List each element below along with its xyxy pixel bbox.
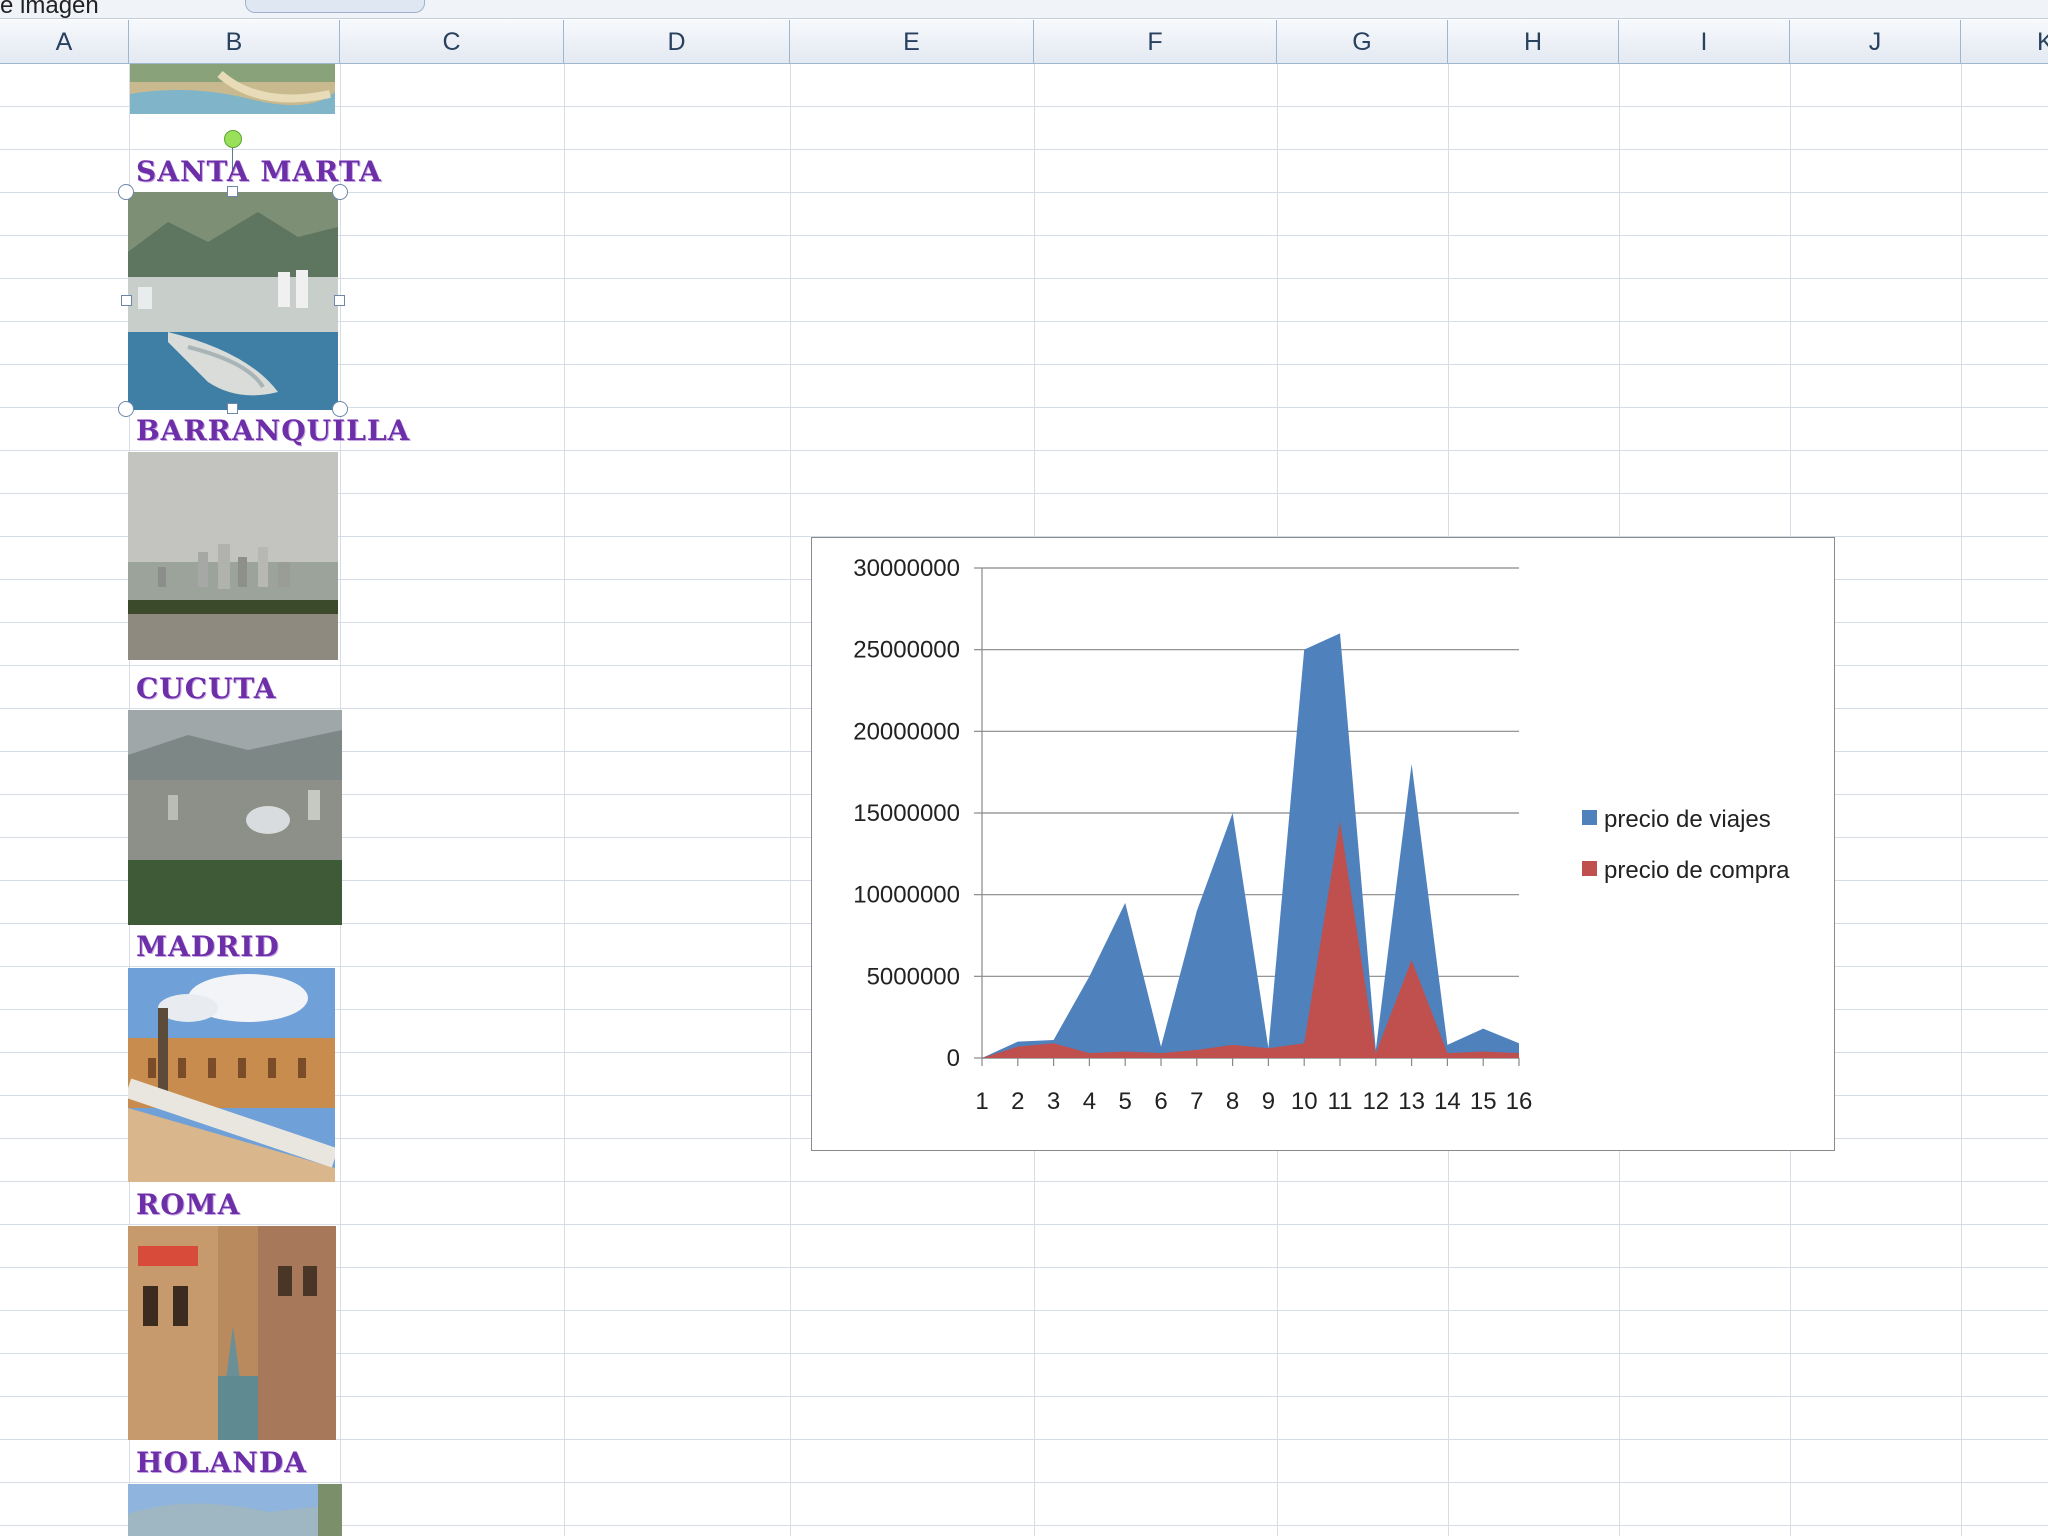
series-area-1[interactable] [982, 633, 1519, 1058]
rotation-handle[interactable] [224, 130, 242, 148]
column-header-j[interactable]: J [1790, 20, 1961, 63]
column-header-e[interactable]: E [790, 20, 1034, 63]
city-label-madrid[interactable]: MADRID [136, 930, 280, 963]
photo-holanda[interactable] [128, 1484, 342, 1536]
xtick-label-12: 13 [1398, 1088, 1425, 1115]
photo-barranquilla[interactable] [128, 452, 338, 660]
resize-handle-top[interactable] [227, 186, 238, 197]
city-label-cucuta[interactable]: CUCUTA [136, 672, 276, 705]
resize-handle-bottom[interactable] [227, 403, 238, 414]
column-header-g[interactable]: G [1277, 20, 1448, 63]
ytick-label-1: 5000000 [867, 963, 960, 990]
resize-handle-right[interactable] [334, 295, 345, 306]
column-header-a[interactable]: A [0, 20, 129, 63]
xtick-label-14: 15 [1470, 1088, 1497, 1115]
column-header-row: A B C D E F G H I J K [0, 20, 2048, 64]
city-label-barranquilla[interactable]: BARRANQUILLA [136, 414, 410, 447]
name-box-text[interactable]: e imagen [0, 0, 99, 20]
ytick-label-3: 15000000 [853, 800, 960, 827]
xtick-label-5: 6 [1154, 1088, 1167, 1115]
xtick-label-1: 2 [1011, 1088, 1024, 1115]
ytick-label-5: 25000000 [853, 637, 960, 664]
legend-swatch-1 [1582, 810, 1597, 825]
ytick-label-0: 0 [947, 1045, 960, 1072]
column-header-c[interactable]: C [340, 20, 564, 63]
photo-beach-partial[interactable] [130, 64, 335, 114]
xtick-label-6: 7 [1190, 1088, 1203, 1115]
xtick-label-10: 11 [1328, 1088, 1353, 1115]
xtick-label-8: 9 [1262, 1088, 1275, 1115]
resize-handle-bottom-left[interactable] [118, 401, 134, 417]
ytick-label-4: 20000000 [853, 718, 960, 745]
city-label-holanda[interactable]: HOLANDA [136, 1446, 307, 1479]
xtick-label-15: 16 [1506, 1088, 1533, 1115]
xtick-label-0: 1 [975, 1088, 988, 1115]
xtick-label-9: 10 [1291, 1088, 1318, 1115]
column-header-d[interactable]: D [564, 20, 790, 63]
xtick-label-11: 12 [1362, 1088, 1389, 1115]
photo-madrid[interactable] [128, 968, 335, 1182]
city-label-santa-marta[interactable]: SANTA MARTA [136, 155, 382, 188]
resize-handle-top-left[interactable] [118, 184, 134, 200]
area-chart[interactable]: 0 5000000 10000000 15000000 20000000 25000000… [811, 537, 1835, 1151]
legend-swatch-2 [1582, 861, 1597, 876]
photo-cucuta[interactable] [128, 710, 342, 925]
xtick-label-7: 8 [1226, 1088, 1239, 1115]
formula-bar-strip: e imagen [0, 0, 2048, 19]
resize-handle-left[interactable] [121, 295, 132, 306]
column-header-i[interactable]: I [1619, 20, 1790, 63]
resize-handle-bottom-right[interactable] [332, 401, 348, 417]
xtick-label-3: 4 [1083, 1088, 1096, 1115]
column-header-h[interactable]: H [1448, 20, 1619, 63]
legend-label-1: precio de viajes [1604, 806, 1771, 833]
photo-roma[interactable] [128, 1226, 336, 1440]
chart-canvas: 0 5000000 10000000 15000000 20000000 25000000… [853, 555, 1790, 1115]
column-header-k[interactable]: K [1961, 20, 2048, 63]
xtick-label-4: 5 [1119, 1088, 1132, 1115]
column-header-b[interactable]: B [129, 20, 340, 63]
ytick-label-2: 10000000 [853, 882, 960, 909]
ytick-label-6: 30000000 [853, 555, 960, 582]
xtick-label-2: 3 [1047, 1088, 1060, 1115]
city-label-roma[interactable]: ROMA [136, 1188, 240, 1221]
column-header-f[interactable]: F [1034, 20, 1277, 63]
legend-label-2: precio de compra [1604, 857, 1790, 884]
resize-handle-top-right[interactable] [332, 184, 348, 200]
xtick-label-13: 14 [1434, 1088, 1461, 1115]
photo-santa-marta[interactable] [128, 192, 338, 410]
name-box-dropdown[interactable] [245, 0, 425, 13]
